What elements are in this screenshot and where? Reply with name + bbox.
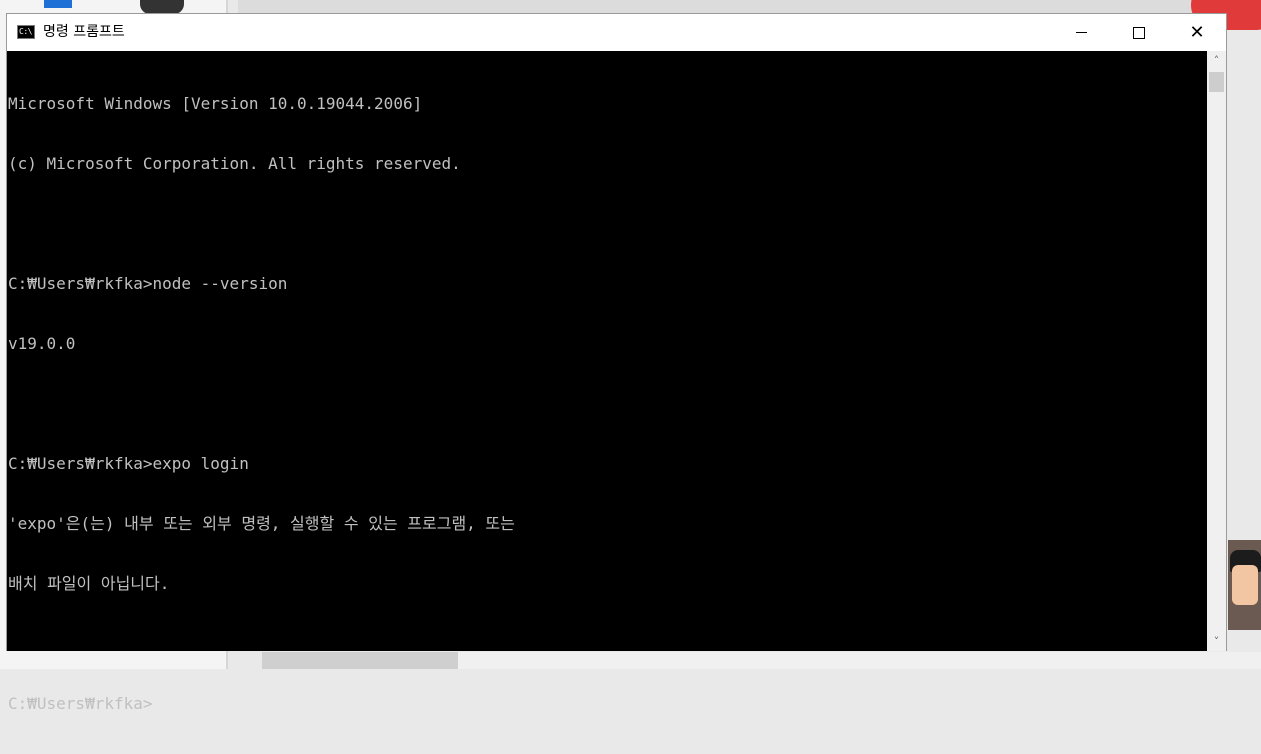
console-line: C:₩Users₩rkfka>expo login xyxy=(8,454,249,473)
title-bar[interactable]: C:\ 명령 프롬프트 ✕ xyxy=(7,14,1226,51)
command-prompt-window: C:\ 명령 프롬프트 ✕ Microsoft Windows [Version… xyxy=(6,13,1227,713)
window-title: 명령 프롬프트 xyxy=(43,24,125,40)
console-line: 'expo'은(는) 내부 또는 외부 명령, 실행할 수 있는 프로그램, 또… xyxy=(8,514,515,533)
minimize-button[interactable] xyxy=(1052,14,1110,51)
minimize-icon xyxy=(1075,32,1087,33)
console-line: v19.0.0 xyxy=(8,334,76,353)
console-line: C:₩Users₩rkfka>node --version xyxy=(8,274,288,293)
command-prompt-icon-label: C:\ xyxy=(19,27,32,36)
vertical-scrollbar[interactable]: ˄ ˅ xyxy=(1207,51,1226,651)
scroll-down-button[interactable]: ˅ xyxy=(1207,632,1226,651)
console-line: 배치 파일이 아닙니다. xyxy=(8,574,170,593)
desktop-app-icon-dark xyxy=(140,0,184,14)
command-prompt-icon[interactable]: C:\ xyxy=(17,25,35,39)
scroll-up-button[interactable]: ˄ xyxy=(1207,51,1226,70)
maximize-icon xyxy=(1133,26,1145,39)
scrollbar-thumb[interactable] xyxy=(1209,72,1224,92)
desktop-character-face xyxy=(1232,565,1258,605)
console-prompt-line: C:₩Users₩rkfka> xyxy=(8,694,153,713)
chevron-up-icon: ˄ xyxy=(1213,54,1220,67)
desktop-app-icon xyxy=(44,0,72,8)
console-output[interactable]: Microsoft Windows [Version 10.0.19044.20… xyxy=(7,51,1207,713)
close-icon: ✕ xyxy=(1189,21,1205,43)
console-line: Microsoft Windows [Version 10.0.19044.20… xyxy=(8,94,423,113)
close-button[interactable]: ✕ xyxy=(1168,14,1226,51)
maximize-button[interactable] xyxy=(1110,14,1168,51)
console-line: (c) Microsoft Corporation. All rights re… xyxy=(8,154,461,173)
desktop-top-strip xyxy=(238,0,1261,14)
console-text: Microsoft Windows [Version 10.0.19044.20… xyxy=(7,51,1207,754)
chevron-down-icon: ˅ xyxy=(1213,635,1220,648)
